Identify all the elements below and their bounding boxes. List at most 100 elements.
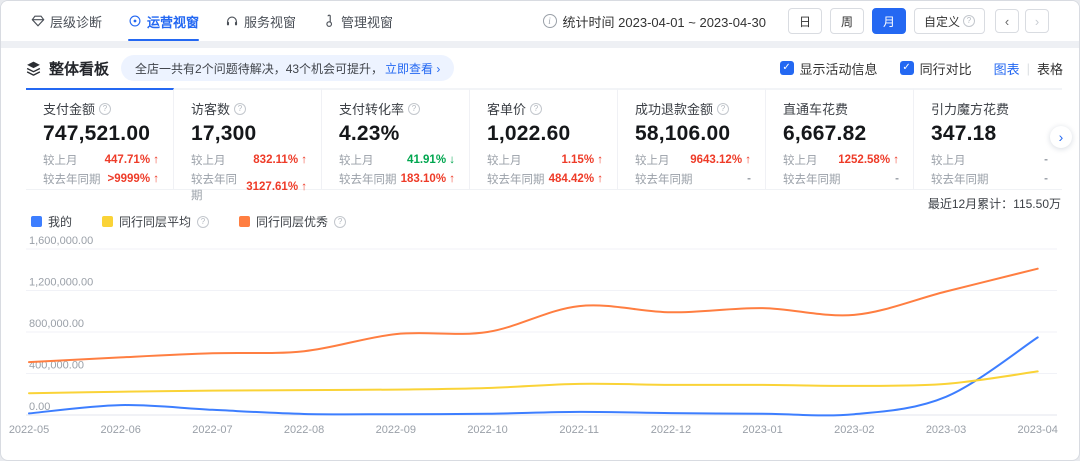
metric-mom-label: 较上月	[43, 152, 78, 168]
range-button-自定义[interactable]: 自定义?	[914, 8, 985, 34]
range-button-月[interactable]: 月	[872, 8, 906, 34]
trend-chart: 0.00400,000.00800,000.001,200,000.001,60…	[1, 232, 1079, 458]
table-view-button[interactable]: 表格	[1037, 59, 1063, 78]
headset-icon	[225, 14, 239, 28]
metric-mom-label: 较上月	[191, 152, 226, 168]
metric-value: 4.23%	[339, 122, 455, 146]
metric-mom-label: 较上月	[783, 152, 818, 168]
board-title: 整体看板	[25, 58, 109, 79]
metric-title-text: 直通车花费	[783, 99, 848, 118]
chart-legend: 我的同行同层平均?同行同层优秀?	[31, 213, 346, 230]
metric-value: 747,521.00	[43, 122, 159, 146]
board-title-text: 整体看板	[49, 58, 109, 79]
metric-value: 17,300	[191, 122, 307, 146]
legend-item-我的[interactable]: 我的	[31, 213, 72, 230]
legend-label: 我的	[48, 213, 72, 230]
legend-label: 同行同层优秀	[256, 213, 328, 230]
x-axis-label: 2022-10	[467, 424, 507, 436]
metric-mom-change: 41.91% ↓	[407, 154, 455, 166]
metric-card-title: 支付金额?	[43, 99, 159, 118]
series-line-我的	[29, 337, 1038, 415]
y-axis-label: 1,200,000.00	[29, 277, 93, 289]
metric-card-title: 支付转化率?	[339, 99, 455, 118]
metric-yoy-row: 较去年同期 -	[931, 171, 1048, 187]
metric-yoy-row: 较去年同期-	[783, 171, 899, 187]
stat-time-label: 统计时间 2023-04-01 ~ 2023-04-30	[563, 12, 766, 31]
metric-title-text: 引力魔方花费	[931, 99, 1009, 118]
legend-item-同行同层优秀[interactable]: 同行同层优秀?	[239, 213, 346, 230]
y-axis-label: 800,000.00	[29, 318, 84, 330]
thermometer-icon	[322, 14, 336, 28]
metric-mom-change: 1252.58% ↑	[838, 154, 899, 166]
metric-mom-row: 较上月9643.12% ↑	[635, 152, 751, 168]
metric-card-title: 客单价?	[487, 99, 603, 118]
x-axis-label: 2023-04	[1018, 424, 1058, 436]
metric-card-访客数[interactable]: 访客数?17,300较上月832.11% ↑较去年同期3127.61% ↑	[174, 88, 322, 189]
toggle-同行对比[interactable]: ✓ 同行对比	[900, 59, 972, 78]
next-period-button[interactable]: ›	[1025, 9, 1049, 33]
series-line-同行同层优秀	[29, 269, 1038, 362]
metric-mom-label: 较上月	[339, 152, 374, 168]
time-controls: i 统计时间 2023-04-01 ~ 2023-04-30 日周月自定义? ‹…	[543, 8, 1049, 34]
metric-card-支付转化率[interactable]: 支付转化率?4.23%较上月41.91% ↓较去年同期183.10% ↑	[322, 88, 470, 189]
legend-label: 同行同层平均	[119, 213, 191, 230]
checkbox-checked-icon[interactable]: ✓	[780, 61, 794, 75]
tab-运营视窗[interactable]: 运营视窗	[128, 1, 199, 41]
metric-yoy-change: >9999% ↑	[108, 173, 159, 185]
x-axis-label: 2023-03	[926, 424, 966, 436]
metric-mom-change: 832.11% ↑	[253, 154, 307, 166]
top-bar: 层级诊断运营视窗 服务视窗 管理视窗 i 统计时间 2023-04-01 ~ 202…	[1, 1, 1079, 41]
y-axis-label: 1,600,000.00	[29, 235, 93, 247]
series-line-同行同层平均	[29, 371, 1038, 393]
legend-item-同行同层平均[interactable]: 同行同层平均?	[102, 213, 209, 230]
tab-服务视窗[interactable]: 服务视窗	[225, 1, 296, 41]
target-icon	[128, 14, 142, 28]
view-switch: 图表 | 表格	[994, 59, 1063, 78]
metric-card-支付金额[interactable]: 支付金额?747,521.00较上月447.71% ↑较去年同期>9999% ↑	[26, 88, 174, 189]
help-icon: ?	[234, 103, 246, 115]
metric-mom-row: 较上月 41.91% ↓	[339, 152, 455, 168]
metric-mom-label: 较上月	[931, 152, 966, 168]
help-icon: ?	[334, 216, 346, 228]
metric-yoy-change: -	[1044, 173, 1048, 185]
x-axis-label: 2022-12	[651, 424, 691, 436]
tab-层级诊断[interactable]: 层级诊断	[31, 1, 102, 41]
chart-view-button[interactable]: 图表	[994, 59, 1020, 78]
tab-label: 管理视窗	[341, 12, 393, 31]
board-header: 整体看板 全店一共有2个问题待解决，43个机会可提升， 立即查看 › ✓显示活动…	[1, 48, 1079, 88]
metric-value: 347.18	[931, 122, 1048, 146]
metric-yoy-label: 较去年同期	[635, 171, 693, 187]
range-button-日[interactable]: 日	[788, 8, 822, 34]
dashboard-window: 层级诊断运营视窗 服务视窗 管理视窗 i 统计时间 2023-04-01 ~ 202…	[0, 0, 1080, 461]
tab-label: 服务视窗	[244, 12, 296, 31]
metric-title-text: 客单价	[487, 99, 526, 118]
metric-title-text: 成功退款金额	[635, 99, 713, 118]
toggle-显示活动信息[interactable]: ✓显示活动信息	[780, 59, 878, 78]
metric-mom-label: 较上月	[635, 152, 670, 168]
board-options: ✓显示活动信息✓同行对比 图表 | 表格	[780, 59, 1063, 78]
metric-card-直通车花费[interactable]: 直通车花费6,667.82较上月1252.58% ↑较去年同期-	[766, 88, 914, 189]
tab-管理视窗[interactable]: 管理视窗	[322, 1, 393, 41]
divider-strip	[1, 41, 1079, 48]
metric-card-title: 引力魔方花费	[931, 99, 1048, 118]
x-axis-label: 2022-05	[9, 424, 49, 436]
metric-card-成功退款金额[interactable]: 成功退款金额?58,106.00较上月9643.12% ↑较去年同期-	[618, 88, 766, 189]
checkbox-checked-icon[interactable]: ✓	[900, 61, 914, 75]
x-axis-label: 2022-07	[192, 424, 232, 436]
metric-card-引力魔方花费[interactable]: 引力魔方花费 347.18 较上月 - 较去年同期 -	[914, 88, 1062, 189]
metric-title-text: 支付转化率	[339, 99, 404, 118]
trend-chart-canvas: 0.00400,000.00800,000.001,200,000.001,60…	[1, 232, 1080, 458]
metric-mom-change: -	[1044, 154, 1048, 166]
help-icon: ?	[99, 103, 111, 115]
prev-period-button[interactable]: ‹	[995, 9, 1019, 33]
view-now-link[interactable]: 立即查看 ›	[385, 60, 440, 77]
range-button-周[interactable]: 周	[830, 8, 864, 34]
metric-mom-row: 较上月 -	[931, 152, 1048, 168]
toggle-group: ✓显示活动信息✓同行对比	[780, 59, 972, 78]
metric-card-客单价[interactable]: 客单价?1,022.60较上月1.15% ↑较去年同期484.42% ↑	[470, 88, 618, 189]
metric-yoy-label: 较去年同期	[931, 171, 989, 187]
gem-icon	[31, 14, 45, 28]
metric-yoy-change: 484.42% ↑	[549, 173, 603, 185]
toggle-label: 同行对比	[920, 59, 972, 78]
cards-next-button[interactable]: ›	[1050, 126, 1072, 148]
